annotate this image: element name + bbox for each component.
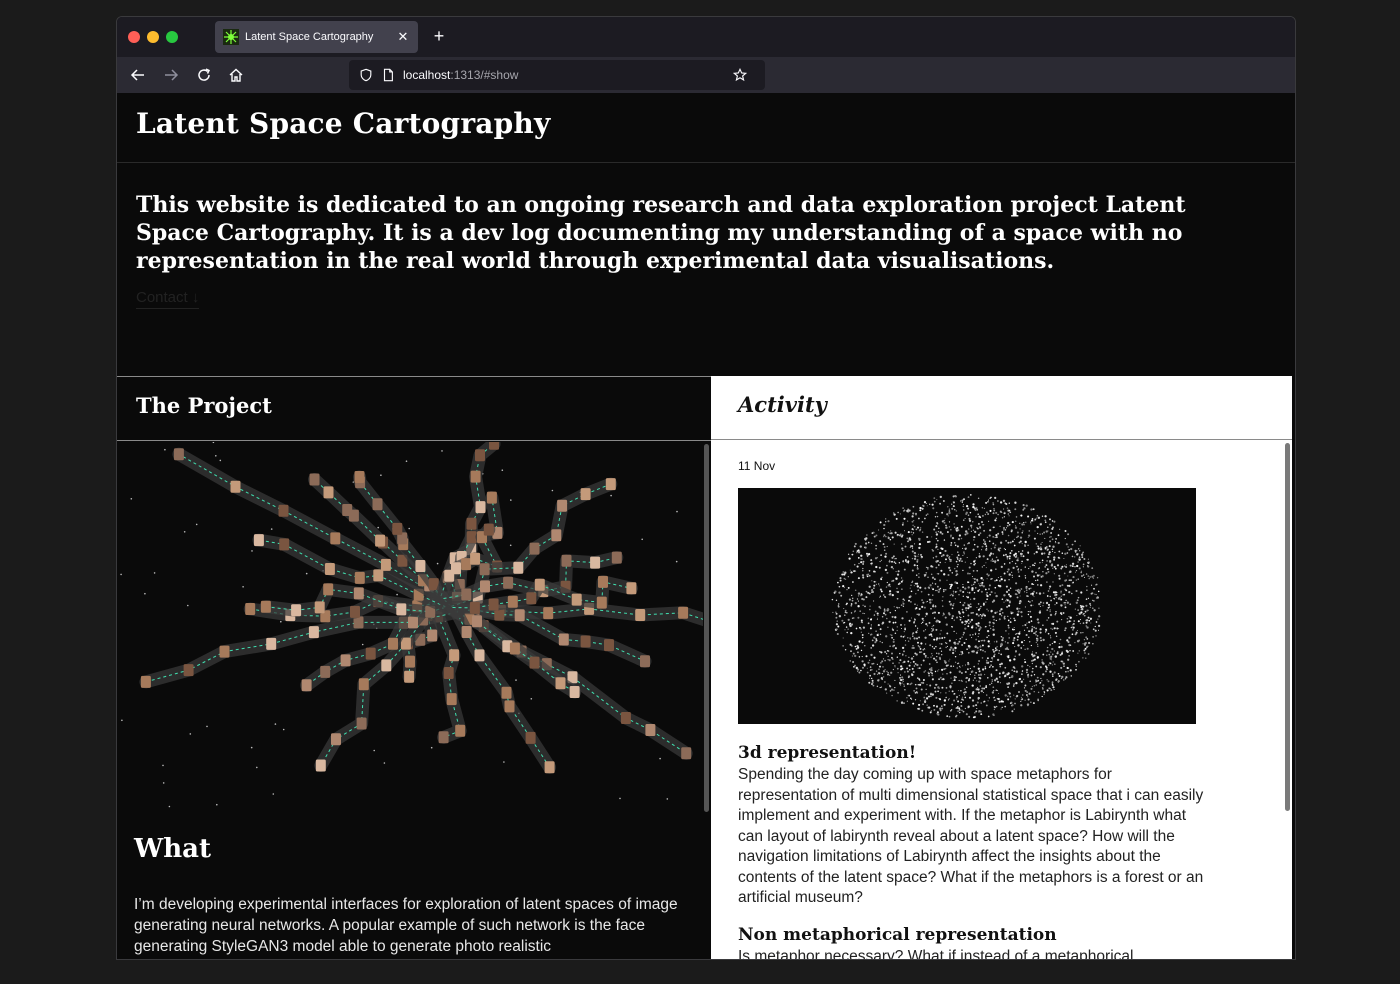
project-heading: The Project [136,393,272,418]
project-body[interactable]: What I’m developing experimental interfa… [117,442,711,959]
intro-section: This website is dedicated to an ongoing … [117,163,1295,376]
forward-icon[interactable] [160,64,182,86]
entry-text: Is metaphor necessary? What if instead o… [738,947,1134,960]
close-icon[interactable]: ✕ [396,29,410,45]
plus-icon[interactable]: + [429,25,449,47]
home-icon[interactable] [225,64,247,86]
site-header: Latent Space Cartography [117,93,1295,163]
url-host: localhost [403,68,451,82]
latent-space-visualization[interactable] [117,442,703,810]
intro-text: This website is dedicated to an ongoing … [136,192,1186,274]
page-content: Latent Space Cartography This website is… [117,93,1295,960]
activity-header[interactable]: Activity [711,376,1292,440]
star-icon[interactable] [733,68,747,82]
contact-link[interactable]: Contact ↓ [136,289,200,309]
point-cloud-image[interactable] [738,488,1196,724]
content-columns: The Project What I’m developing experime… [117,376,1295,960]
entry-text: Spending the day coming up with space me… [738,766,1204,906]
reload-icon[interactable] [193,64,215,86]
activity-scrollbar[interactable] [1285,443,1290,811]
activity-body[interactable]: 11 Nov 3d representation! Spending the d… [711,441,1292,960]
activity-column: Activity 11 Nov 3d representation! Spend… [711,376,1292,960]
project-column: The Project What I’m developing experime… [117,376,711,959]
minimize-window-button[interactable] [147,31,159,43]
tab-title: Latent Space Cartography [245,31,374,43]
browser-window: Latent Space Cartography ✕ + localhost:1… [116,16,1296,960]
shield-icon [360,68,372,82]
entry-title[interactable]: 3d representation! [738,743,1265,763]
what-paragraph: I’m developing experimental interfaces f… [134,896,678,955]
close-window-button[interactable] [128,31,140,43]
browser-tab[interactable]: Latent Space Cartography ✕ [215,21,418,53]
page-icon [383,68,393,82]
favicon-icon [223,29,239,45]
url-path: :1313/#show [450,68,519,82]
project-header[interactable]: The Project [117,377,711,441]
title-bar: Latent Space Cartography ✕ + [117,17,1295,57]
back-icon[interactable] [127,64,149,86]
nav-toolbar: localhost:1313/#show [117,57,1295,93]
entry-title[interactable]: Non metaphorical representation [738,925,1265,945]
maximize-window-button[interactable] [166,31,178,43]
entry-date: 11 Nov [738,459,776,473]
what-heading: What [134,834,211,864]
activity-heading: Activity [738,392,827,417]
site-title[interactable]: Latent Space Cartography [136,107,1276,140]
url-bar[interactable]: localhost:1313/#show [349,60,765,90]
project-scrollbar[interactable] [704,444,709,812]
